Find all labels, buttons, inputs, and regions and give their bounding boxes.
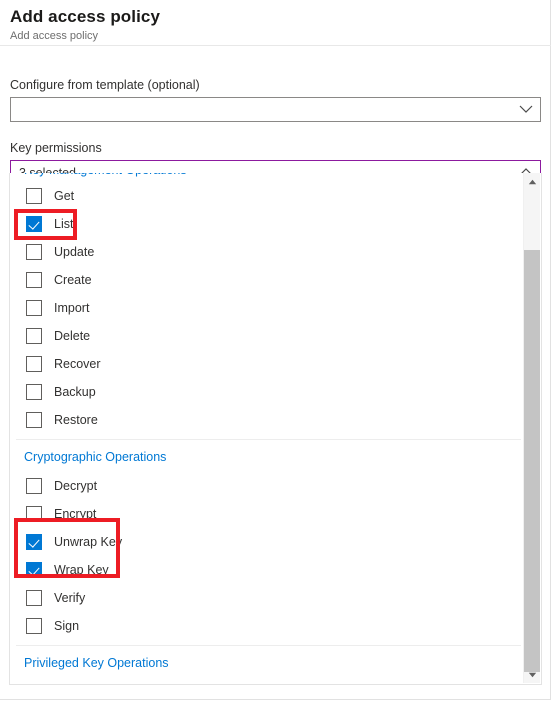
option-list[interactable]: List: [10, 210, 525, 238]
checkbox-unchecked-icon[interactable]: [26, 384, 42, 400]
options-list: Key Management Operations Get List Updat…: [10, 173, 525, 683]
checkbox-unchecked-icon[interactable]: [26, 300, 42, 316]
checkbox-unchecked-icon[interactable]: [26, 478, 42, 494]
option-group-privileged: Purge: [10, 678, 525, 683]
scroll-down-arrow-icon[interactable]: [524, 666, 540, 683]
option-get[interactable]: Get: [10, 182, 525, 210]
option-import[interactable]: Import: [10, 294, 525, 322]
blade-panel: Add access policy Add access policy Conf…: [0, 0, 551, 700]
checkbox-unchecked-icon[interactable]: [26, 244, 42, 260]
group-header-cryptographic-operations: Cryptographic Operations: [24, 450, 167, 464]
option-label: Verify: [54, 591, 86, 605]
option-group-key-management: Get List Update Create Import Delete Rec…: [10, 173, 525, 434]
checkbox-unchecked-icon[interactable]: [26, 412, 42, 428]
checkbox-unchecked-icon[interactable]: [26, 506, 42, 522]
checkbox-unchecked-icon[interactable]: [26, 272, 42, 288]
checkbox-unchecked-icon[interactable]: [26, 356, 42, 372]
option-label: Wrap Key: [54, 563, 109, 577]
option-label: Encrypt: [54, 507, 97, 521]
key-permissions-dropdown-panel: Key Management Operations Get List Updat…: [9, 173, 542, 685]
option-recover[interactable]: Recover: [10, 350, 525, 378]
form-area: Configure from template (optional) Key p…: [0, 46, 551, 185]
checkbox-unchecked-icon[interactable]: [26, 618, 42, 634]
checkbox-checked-icon[interactable]: [26, 562, 42, 578]
option-label: Decrypt: [54, 479, 98, 493]
group-header-key-management: Key Management Operations: [24, 173, 187, 178]
option-label: Recover: [54, 357, 101, 371]
group-header-privileged-key-operations: Privileged Key Operations: [24, 656, 169, 670]
template-field-label: Configure from template (optional): [10, 78, 200, 92]
checkbox-unchecked-icon[interactable]: [26, 590, 42, 606]
option-unwrap-key[interactable]: Unwrap Key: [10, 528, 525, 556]
option-group-cryptographic: Decrypt Encrypt Unwrap Key Wrap Key Veri…: [10, 472, 525, 640]
option-purge[interactable]: Purge: [10, 678, 525, 683]
option-label: Import: [54, 301, 90, 315]
page-title: Add access policy: [10, 7, 161, 26]
scroll-up-arrow-icon[interactable]: [524, 173, 540, 190]
option-label: Sign: [54, 619, 80, 633]
option-verify[interactable]: Verify: [10, 584, 525, 612]
dropdown-scrollbar[interactable]: [523, 173, 540, 683]
blade-header: Add access policy Add access policy: [0, 0, 551, 46]
configure-from-template-combobox[interactable]: [10, 97, 541, 122]
option-delete[interactable]: Delete: [10, 322, 525, 350]
checkbox-checked-icon[interactable]: [26, 216, 42, 232]
option-wrap-key[interactable]: Wrap Key: [10, 556, 525, 584]
option-label: List: [54, 217, 74, 231]
option-restore[interactable]: Restore: [10, 406, 525, 434]
option-label: Backup: [54, 385, 96, 399]
checkbox-checked-icon[interactable]: [26, 534, 42, 550]
option-label: Update: [54, 245, 95, 259]
scrollbar-thumb[interactable]: [524, 250, 540, 672]
option-backup[interactable]: Backup: [10, 378, 525, 406]
chevron-down-icon: [519, 98, 533, 121]
option-label: Get: [54, 189, 75, 203]
option-label: Create: [54, 273, 92, 287]
checkbox-unchecked-icon[interactable]: [26, 328, 42, 344]
page-subtitle: Add access policy: [10, 30, 99, 42]
option-encrypt[interactable]: Encrypt: [10, 500, 525, 528]
key-permissions-field-label: Key permissions: [10, 141, 102, 155]
option-label: Delete: [54, 329, 91, 343]
option-update[interactable]: Update: [10, 238, 525, 266]
option-decrypt[interactable]: Decrypt: [10, 472, 525, 500]
option-create[interactable]: Create: [10, 266, 525, 294]
checkbox-unchecked-icon[interactable]: [26, 188, 42, 204]
option-label: Restore: [54, 413, 98, 427]
option-label: Unwrap Key: [54, 535, 123, 549]
option-sign[interactable]: Sign: [10, 612, 525, 640]
